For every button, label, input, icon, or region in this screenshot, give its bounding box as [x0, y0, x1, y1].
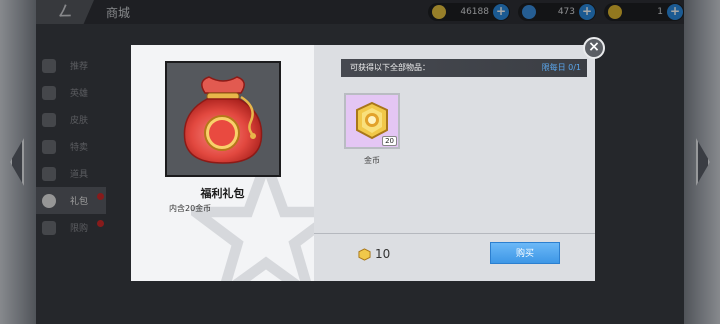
rewards-panel: 可获得以下全部物品： 限每日 0/1 20 金币 10 购买 — [314, 45, 595, 281]
gold-coin-icon — [358, 247, 371, 261]
lucky-bag-icon — [183, 76, 263, 164]
gift-pack-dialog: 福利礼包 内含20金币 可获得以下全部物品： 限每日 0/1 20 金币 10 — [131, 37, 605, 281]
item-description: 内含20金币 — [169, 204, 212, 213]
item-preview-panel: 福利礼包 内含20金币 — [131, 45, 314, 281]
price: 10 — [358, 247, 390, 261]
item-name: 福利礼包 — [200, 187, 245, 200]
reward-count: 20 — [382, 136, 397, 146]
price-value: 10 — [375, 247, 391, 261]
rewards-header: 可获得以下全部物品： 限每日 0/1 — [341, 59, 587, 77]
reward-name: 金币 — [364, 156, 380, 165]
reward-slot[interactable]: 20 — [344, 93, 400, 149]
close-icon: × — [588, 39, 600, 55]
close-button[interactable]: × — [583, 37, 605, 59]
daily-limit: 限每日 0/1 — [541, 63, 581, 72]
buy-button[interactable]: 购买 — [490, 242, 560, 264]
divider — [314, 233, 595, 234]
item-image-frame — [165, 61, 281, 177]
